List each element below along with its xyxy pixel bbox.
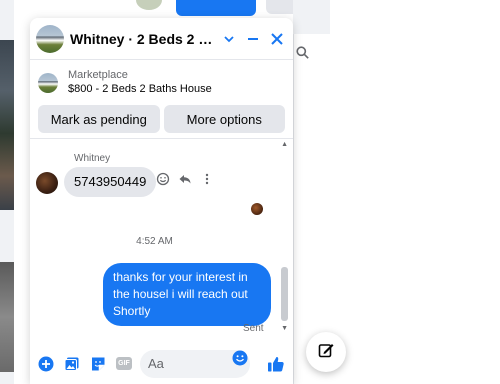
chat-title[interactable]: Whitney · 2 Beds 2 Baths ...: [70, 31, 220, 47]
mark-as-pending-button[interactable]: Mark as pending: [38, 105, 160, 133]
compose-icon: [318, 342, 334, 363]
thumbs-up-icon[interactable]: [267, 355, 285, 373]
page-top-button[interactable]: [176, 0, 256, 16]
scroll-down-arrow[interactable]: ▼: [281, 325, 288, 332]
scroll-up-arrow[interactable]: ▲: [281, 141, 288, 148]
listing-kind: Marketplace: [68, 69, 128, 81]
read-receipt-avatar: [251, 203, 263, 215]
reply-icon[interactable]: [178, 172, 192, 186]
page-left-image-2: [0, 262, 14, 372]
incoming-message[interactable]: 5743950449: [64, 167, 157, 197]
react-icon[interactable]: [156, 172, 170, 186]
emoji-icon[interactable]: [232, 350, 248, 366]
photo-icon[interactable]: [64, 356, 80, 372]
page-left-image: [0, 40, 14, 210]
more-icon[interactable]: [200, 172, 214, 186]
chat-header: Whitney · 2 Beds 2 Baths ...: [30, 18, 293, 60]
sticker-icon[interactable]: [90, 356, 106, 372]
message-timestamp: 4:52 AM: [136, 236, 173, 247]
delivery-status: Sent: [243, 323, 264, 334]
sender-avatar[interactable]: [36, 172, 58, 194]
scrollbar-thumb[interactable]: [281, 267, 288, 321]
close-icon[interactable]: [269, 31, 285, 47]
outgoing-message[interactable]: thanks for your interest in the housel i…: [103, 263, 271, 326]
listing-title[interactable]: $800 - 2 Beds 2 Baths House: [68, 82, 212, 97]
page-top-avatar: [136, 0, 162, 10]
chevron-down-icon[interactable]: [221, 31, 237, 47]
search-icon[interactable]: [296, 46, 309, 62]
message-composer: GIF: [30, 343, 293, 384]
marketplace-listing: Marketplace $800 - 2 Beds 2 Baths House …: [30, 60, 293, 133]
more-options-button[interactable]: More options: [163, 105, 285, 133]
listing-thumbnail[interactable]: [38, 72, 58, 93]
chat-window: Whitney · 2 Beds 2 Baths ... Marketplace…: [30, 18, 293, 384]
gif-icon[interactable]: GIF: [116, 357, 132, 370]
message-list: ▲ ▼ Whitney 5743950449 4:52 AM thanks fo…: [30, 138, 293, 343]
listing-avatar[interactable]: [36, 24, 64, 53]
sender-name: Whitney: [74, 153, 111, 164]
new-message-button[interactable]: [306, 332, 346, 372]
plus-icon[interactable]: [38, 356, 54, 372]
minimize-icon[interactable]: [245, 31, 261, 47]
